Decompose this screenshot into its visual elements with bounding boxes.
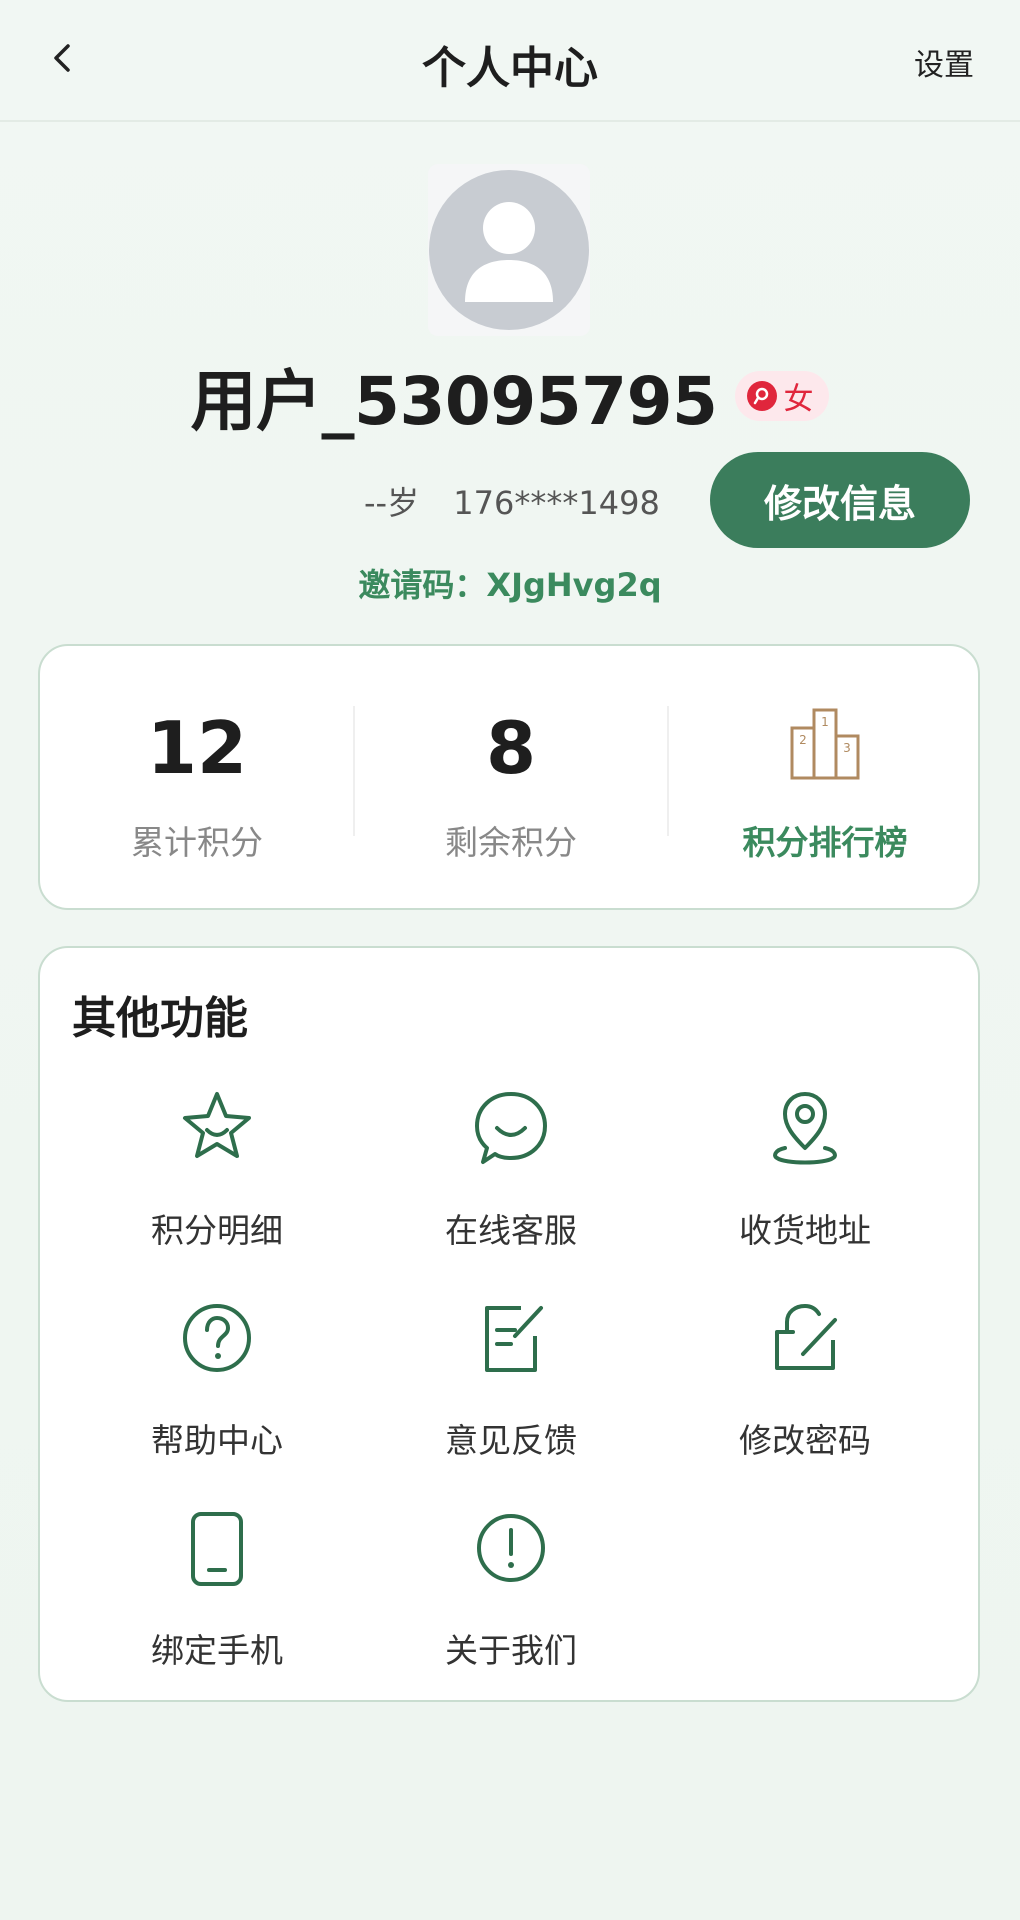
- feature-label: 在线客服: [445, 1211, 577, 1250]
- female-icon: [747, 381, 778, 411]
- feature-help-center[interactable]: 帮助中心: [67, 1296, 367, 1466]
- lock-icon: [775, 1303, 837, 1370]
- points-card: 12 累计积分 8 剩余积分 1 2 3 积分排行榜: [38, 644, 980, 910]
- remaining-points-label: 剩余积分: [445, 823, 577, 862]
- feature-label: 绑定手机: [151, 1631, 283, 1670]
- edit-info-button[interactable]: 修改信息: [710, 452, 970, 548]
- svg-text:1: 1: [821, 715, 829, 729]
- svg-text:3: 3: [843, 741, 851, 755]
- feature-about-us[interactable]: 关于我们: [361, 1506, 661, 1676]
- page-title: 个人中心: [422, 43, 598, 94]
- invite-code: 邀请码：XJgHvg2q: [0, 560, 1020, 606]
- podium-icon: 1 2 3: [790, 708, 860, 780]
- gender-badge: 女: [735, 371, 830, 421]
- profile-meta: --岁 176****1498: [364, 478, 684, 524]
- feature-label: 意见反馈: [445, 1421, 577, 1460]
- feature-label: 修改密码: [739, 1421, 871, 1460]
- total-points-stat[interactable]: 12 累计积分: [40, 646, 354, 912]
- feature-points-detail[interactable]: 积分明细: [67, 1086, 367, 1256]
- total-points-value: 12: [146, 706, 248, 790]
- username: 用户_53095795: [190, 363, 718, 440]
- feature-label: 帮助中心: [151, 1421, 283, 1460]
- svg-text:2: 2: [799, 733, 807, 747]
- feature-label: 收货地址: [739, 1211, 871, 1250]
- invite-code-value: XJgHvg2q: [486, 566, 662, 604]
- header-bar: 个人中心 设置: [0, 0, 1020, 122]
- name-row: 用户_53095795 女: [0, 356, 1020, 440]
- age-text: --岁: [364, 484, 420, 522]
- profile-page: 个人中心 设置 用户_53095795 女 --岁 176****1498 修改…: [0, 0, 1020, 1920]
- help-icon: [183, 1304, 251, 1372]
- leaderboard-label: 积分排行榜: [742, 823, 908, 862]
- total-points-label: 累计积分: [131, 823, 263, 862]
- feature-change-password[interactable]: 修改密码: [655, 1296, 955, 1466]
- phone-icon: [191, 1512, 243, 1586]
- chat-icon: [475, 1092, 547, 1164]
- features-card: 其他功能 积分明细 在线客服 收货地址 帮助中心 意见反馈 修改密码 绑定手机 …: [38, 946, 980, 1702]
- feature-bind-phone[interactable]: 绑定手机: [67, 1506, 367, 1676]
- feature-online-service[interactable]: 在线客服: [361, 1086, 661, 1256]
- star-icon: [183, 1092, 251, 1158]
- feature-shipping-address[interactable]: 收货地址: [655, 1086, 955, 1256]
- feedback-icon: [485, 1306, 543, 1372]
- remaining-points-stat[interactable]: 8 剩余积分: [354, 646, 668, 912]
- user-avatar-icon: [429, 170, 589, 330]
- invite-label: 邀请码：: [358, 566, 487, 604]
- avatar[interactable]: [428, 164, 590, 336]
- features-title: 其他功能: [72, 993, 248, 1044]
- feature-label: 积分明细: [151, 1211, 283, 1250]
- location-icon: [773, 1092, 837, 1165]
- settings-button[interactable]: 设置: [914, 40, 974, 84]
- phone-text: 176****1498: [453, 484, 660, 522]
- info-icon: [477, 1514, 545, 1582]
- feature-label: 关于我们: [445, 1631, 577, 1670]
- gender-label: 女: [783, 382, 814, 417]
- leaderboard-entry[interactable]: 1 2 3 积分排行榜: [668, 646, 982, 912]
- feature-feedback[interactable]: 意见反馈: [361, 1296, 661, 1466]
- remaining-points-value: 8: [485, 706, 537, 790]
